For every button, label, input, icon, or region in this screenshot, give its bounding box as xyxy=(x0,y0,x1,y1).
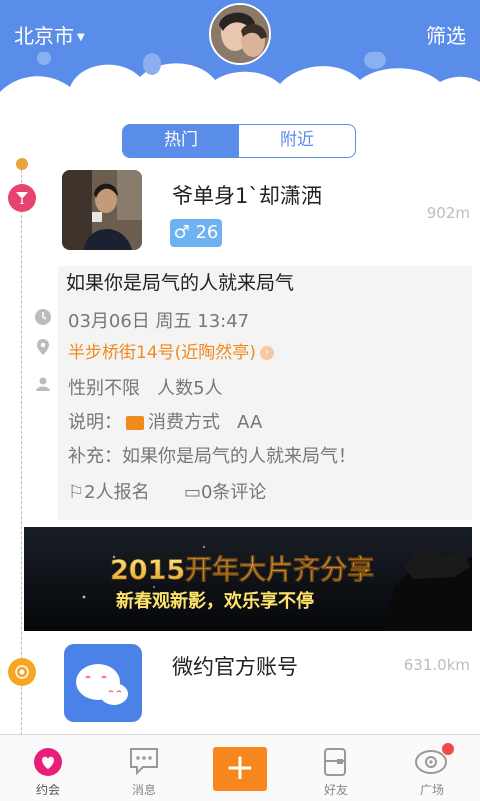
timeline-dot xyxy=(16,158,28,170)
city-selector[interactable]: 北京市 ▼ xyxy=(14,20,85,49)
nav-create[interactable]: + xyxy=(192,735,288,801)
heart-icon xyxy=(34,748,62,776)
chevron-right-icon: › xyxy=(259,346,274,360)
nav-label: 好友 xyxy=(323,783,348,797)
signup-count: 2人报名 xyxy=(84,482,150,503)
nav-square[interactable]: 广场 xyxy=(384,735,480,801)
location-pin-icon xyxy=(37,339,49,355)
nav-messages[interactable]: 消息 xyxy=(96,735,192,801)
filter-button[interactable]: 筛选 xyxy=(426,20,466,49)
plus-icon: + xyxy=(213,747,267,791)
official-icon xyxy=(8,658,36,686)
people-count: 人数5人 xyxy=(157,378,223,399)
tab-hot[interactable]: 热门 xyxy=(123,125,239,157)
tab-bar: 热门 附近 xyxy=(122,124,356,158)
header: 北京市 ▼ 筛选 xyxy=(0,0,480,120)
gender-age-badge: ♂ 26 xyxy=(170,219,222,247)
banner-title: 2015开年大片齐分享 xyxy=(110,554,374,586)
distance: 631.0km xyxy=(403,656,470,674)
payment-method: 消费方式 xyxy=(148,412,220,433)
post-avatar[interactable] xyxy=(62,170,142,250)
nav-label: 消息 xyxy=(131,783,156,797)
description-label: 说明： xyxy=(68,412,122,433)
official-avatar[interactable] xyxy=(64,644,142,722)
promo-banner[interactable]: 2015开年大片齐分享 新春观新影，欢乐享不停 xyxy=(24,527,472,631)
message-icon xyxy=(130,748,158,775)
event-supplement: 补充：如果你是局气的人就来局气！ xyxy=(68,446,356,467)
user-avatar[interactable] xyxy=(209,3,271,65)
age-value: 26 xyxy=(195,222,219,243)
event-requirements: 性别不限 人数5人 xyxy=(68,374,223,400)
comment-stat[interactable]: ▭0条评论 xyxy=(184,482,266,503)
banner-subtitle: 新春观新影，欢乐享不停 xyxy=(116,590,314,612)
signup-stat[interactable]: ⚐2人报名 xyxy=(68,482,150,503)
nav-dating[interactable]: 约会 xyxy=(0,735,96,801)
event-stats: ⚐2人报名 ▭0条评论 xyxy=(68,478,266,504)
tab-nearby[interactable]: 附近 xyxy=(239,125,355,157)
comment-count: 0条评论 xyxy=(200,482,267,503)
nav-label: 约会 xyxy=(35,783,60,797)
flag-icon: ⚐ xyxy=(68,482,85,503)
gender-limit: 性别不限 xyxy=(68,378,140,399)
timeline-line xyxy=(21,165,22,735)
comment-icon: ▭ xyxy=(183,482,201,503)
payment-value: AA xyxy=(237,412,263,433)
event-time: 03月06日 周五 13:47 xyxy=(68,311,250,332)
notification-dot xyxy=(442,743,454,755)
username[interactable]: 爷单身1`却潇洒 xyxy=(172,180,322,210)
event-address[interactable]: 半步桥街14号(近陶然亭) › xyxy=(68,338,274,363)
person-icon xyxy=(36,377,50,391)
nav-label: 广场 xyxy=(419,783,444,797)
address-text: 半步桥街14号(近陶然亭) xyxy=(68,343,256,363)
event-title: 如果你是局气的人就来局气 xyxy=(66,272,295,294)
official-username[interactable]: 微约官方账号 xyxy=(172,651,298,681)
payment-icon xyxy=(126,416,144,430)
event-description: 说明： 消费方式 AA xyxy=(68,408,262,434)
cocktail-icon xyxy=(8,184,36,212)
dropdown-arrow-icon: ▼ xyxy=(77,32,85,43)
nav-friends[interactable]: 好友 xyxy=(288,735,384,801)
bottom-nav: 约会 消息 + 好友 广场 xyxy=(0,734,480,801)
male-icon: ♂ xyxy=(173,222,190,243)
friends-icon xyxy=(324,748,346,776)
city-label: 北京市 xyxy=(14,24,74,48)
clock-icon xyxy=(35,309,51,325)
distance: 902m xyxy=(426,204,470,222)
